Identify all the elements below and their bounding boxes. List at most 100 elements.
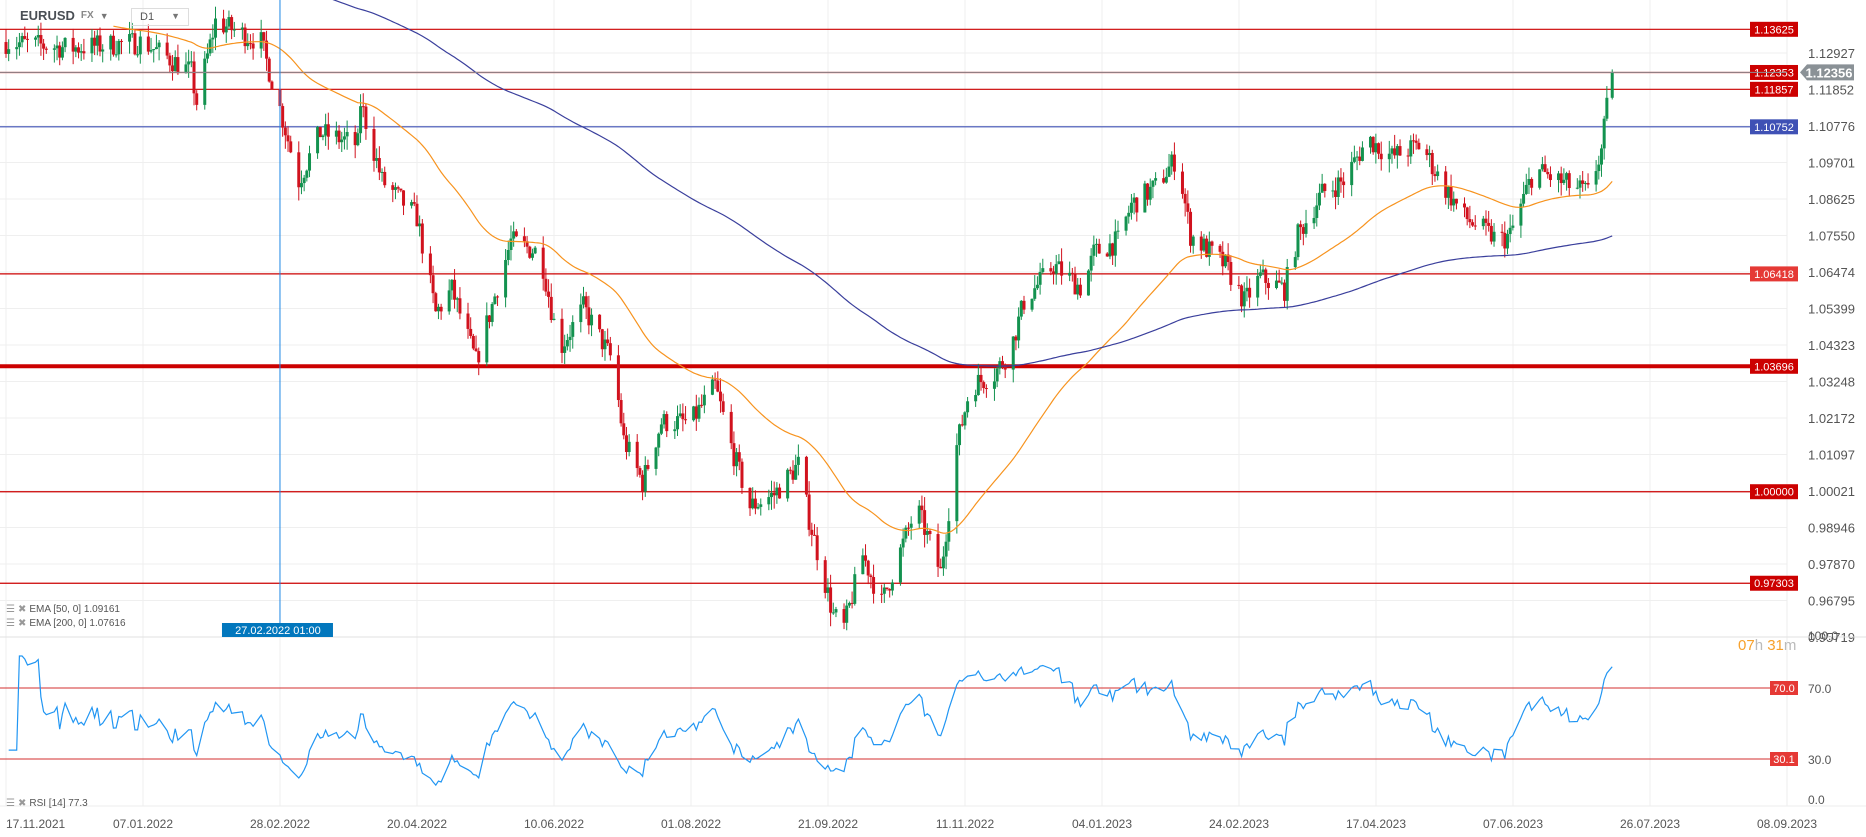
candle-countdown: 07h 31m: [1738, 637, 1797, 654]
candle-body: [1003, 366, 1007, 370]
candle-body: [530, 253, 534, 258]
candle-body: [283, 127, 287, 136]
candle-body: [152, 49, 156, 51]
candle-body: [1503, 232, 1507, 249]
candle-body: [1605, 97, 1609, 119]
candle-body: [627, 441, 631, 453]
y-tick-label: 1.11852: [1808, 82, 1854, 97]
candle-body: [796, 456, 800, 465]
candle-body: [173, 57, 177, 72]
candle-body: [259, 32, 263, 49]
candle-body: [1559, 173, 1563, 184]
candle-body: [528, 246, 532, 258]
candle-body: [547, 291, 551, 297]
candle-body: [740, 461, 744, 488]
candle-body: [1143, 183, 1147, 213]
candle-body: [1540, 164, 1544, 170]
candle-body: [880, 593, 884, 595]
y-tick-label: 1.01097: [1808, 447, 1855, 462]
candle-body: [1428, 152, 1432, 156]
candle-body: [1167, 166, 1171, 177]
candle-body: [1052, 271, 1056, 274]
candle-body: [1352, 157, 1356, 162]
candle-body: [920, 505, 924, 511]
candle-body: [571, 322, 575, 337]
candle-body: [262, 32, 266, 41]
candle-body: [364, 106, 368, 130]
close-icon[interactable]: ✖: [18, 618, 26, 629]
candle-body: [1148, 186, 1152, 200]
candle-body: [1127, 212, 1131, 217]
candle-body: [1430, 152, 1434, 175]
rsi-level-label: 30.1: [1773, 754, 1794, 766]
candle-body: [184, 64, 188, 74]
candle-body: [93, 37, 97, 46]
candle-body: [955, 445, 959, 522]
x-tick-label: 24.02.2023: [1209, 817, 1269, 831]
candle-body: [1095, 243, 1099, 245]
candle-body: [1436, 171, 1440, 177]
close-icon[interactable]: ✖: [18, 604, 26, 615]
candle-body: [1379, 153, 1383, 160]
candle-body: [342, 136, 346, 140]
candle-body: [1527, 178, 1531, 185]
ema200-line: [332, 0, 1613, 367]
candle-body: [474, 348, 478, 352]
close-icon[interactable]: ✖: [18, 798, 26, 809]
candle-body: [861, 555, 865, 575]
settings-icon[interactable]: ☰: [6, 798, 15, 809]
candle-body: [1256, 275, 1260, 298]
symbol-dropdown-icon[interactable]: ▼: [100, 11, 109, 21]
candle-body: [1186, 203, 1190, 212]
candle-body: [176, 57, 180, 74]
candle-body: [1202, 238, 1206, 251]
level-price-label: 0.97303: [1754, 578, 1794, 590]
candle-body: [1414, 140, 1418, 143]
candle-body: [1210, 241, 1214, 246]
timeframe-select[interactable]: D1 ▼: [131, 8, 189, 26]
candle-body: [171, 65, 175, 72]
candle-body: [1218, 245, 1222, 252]
candle-body: [128, 34, 132, 42]
candle-body: [297, 152, 301, 188]
price-chart[interactable]: 17.11.2021 07.01.2022 28.02.2022 20.04.2022…: [0, 0, 1866, 837]
candle-body: [1301, 227, 1305, 234]
candle-body: [4, 42, 8, 54]
x-tick-label: 11.11.2022: [936, 817, 995, 831]
candle-body: [590, 314, 594, 326]
candle-body: [721, 401, 725, 412]
candle-body: [909, 523, 913, 528]
candle-body: [1135, 197, 1139, 213]
candle-body: [659, 424, 663, 434]
candle-body: [563, 346, 567, 353]
candle-body: [1014, 336, 1018, 341]
candle-body: [925, 530, 929, 535]
candle-body: [963, 412, 967, 426]
candle-body: [665, 414, 669, 432]
candle-body: [1398, 146, 1402, 156]
candle-body: [337, 130, 341, 143]
candle-body: [1280, 282, 1284, 284]
candle-body: [770, 492, 774, 498]
candle-body: [1583, 182, 1587, 184]
candle-body: [807, 494, 811, 530]
candle-body: [168, 55, 172, 66]
x-tick-label: 07.01.2022: [113, 817, 173, 831]
candle-body: [60, 47, 64, 58]
settings-icon[interactable]: ☰: [6, 604, 15, 615]
candle-body: [192, 61, 196, 94]
candle-body: [917, 505, 921, 524]
candle-body: [420, 223, 424, 254]
x-tick-label: 17.04.2023: [1346, 817, 1406, 831]
candle-body: [1390, 148, 1394, 154]
candle-body: [361, 106, 365, 108]
candle-body: [544, 278, 548, 292]
candle-body: [1229, 261, 1233, 285]
y-tick-label: 1.03248: [1808, 374, 1855, 389]
candle-body: [79, 51, 83, 53]
candle-body: [1524, 184, 1528, 194]
symbol-header[interactable]: EURUSD FX ▼: [20, 8, 109, 23]
candle-body: [890, 582, 894, 591]
settings-icon[interactable]: ☰: [6, 618, 15, 629]
x-tick-label: 21.09.2022: [798, 817, 858, 831]
